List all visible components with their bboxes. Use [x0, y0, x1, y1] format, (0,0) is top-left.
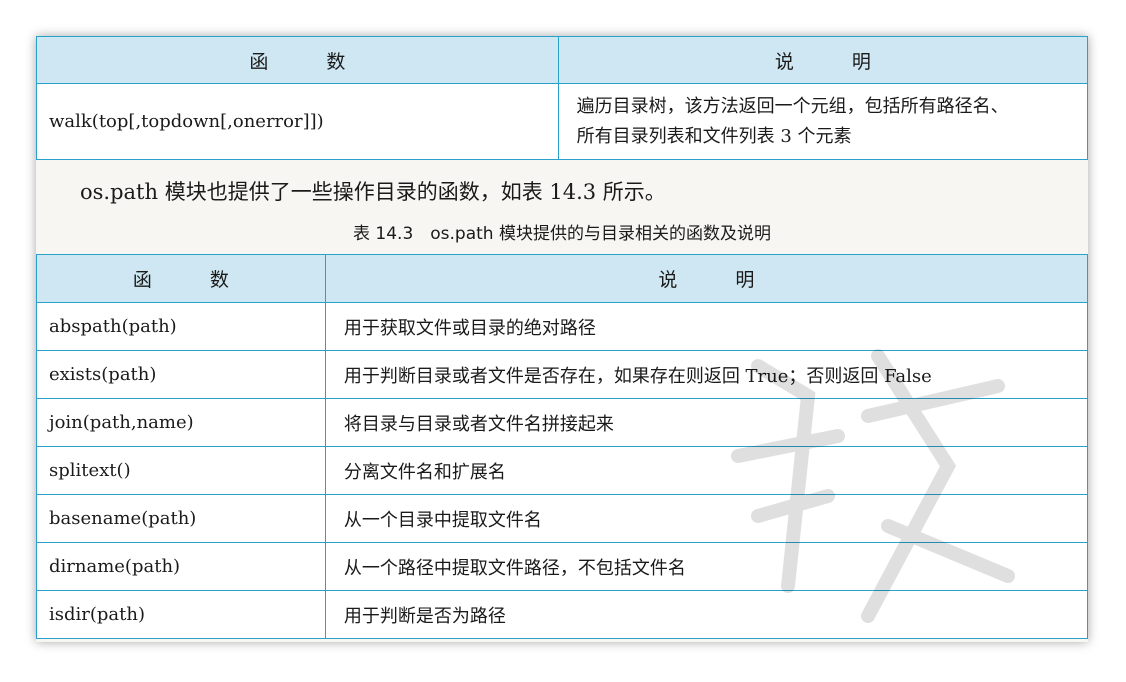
function-cell: splitext() [36, 446, 326, 495]
main-table-header: 函数 说明 [36, 254, 1088, 303]
table-row: exists(path) 用于判断目录或者文件是否存在，如果存在则返回 True… [36, 350, 1088, 399]
description-cell: 将目录与目录或者文件名拼接起来 [324, 398, 1088, 447]
function-cell: abspath(path) [36, 302, 326, 351]
header-function: 函数 [36, 36, 559, 84]
function-cell: isdir(path) [36, 590, 326, 639]
document-page: 函数 说明 walk(top[,topdown[,onerror]]) 遍历目录… [36, 36, 1088, 642]
main-table: 函数 说明 abspath(path) 用于获取文件或目录的绝对路径 exist… [36, 254, 1088, 639]
intro-paragraph: os.path 模块也提供了一些操作目录的函数，如表 14.3 所示。 [80, 180, 666, 204]
description-cell: 用于获取文件或目录的绝对路径 [324, 302, 1088, 351]
function-cell: dirname(path) [36, 542, 326, 591]
description-cell: 从一个目录中提取文件名 [324, 494, 1088, 543]
table-row: walk(top[,topdown[,onerror]]) 遍历目录树，该方法返… [36, 83, 1088, 160]
table-row: basename(path) 从一个目录中提取文件名 [36, 494, 1088, 543]
function-cell: exists(path) [36, 350, 326, 399]
table-row: join(path,name) 将目录与目录或者文件名拼接起来 [36, 398, 1088, 447]
table-row: dirname(path) 从一个路径中提取文件路径，不包括文件名 [36, 542, 1088, 591]
top-table: 函数 说明 walk(top[,topdown[,onerror]]) 遍历目录… [36, 36, 1088, 160]
header-description: 说明 [557, 36, 1088, 84]
top-table-header: 函数 说明 [36, 36, 1088, 84]
table-row: isdir(path) 用于判断是否为路径 [36, 590, 1088, 639]
description-cell: 用于判断是否为路径 [324, 590, 1088, 639]
header-function: 函数 [36, 254, 326, 303]
description-cell: 用于判断目录或者文件是否存在，如果存在则返回 True；否则返回 False [324, 350, 1088, 399]
description-cell: 从一个路径中提取文件路径，不包括文件名 [324, 542, 1088, 591]
table-caption: 表 14.3 os.path 模块提供的与目录相关的函数及说明 [353, 224, 771, 244]
table-row: abspath(path) 用于获取文件或目录的绝对路径 [36, 302, 1088, 351]
function-cell: walk(top[,topdown[,onerror]]) [36, 83, 559, 160]
function-cell: join(path,name) [36, 398, 326, 447]
table-row: splitext() 分离文件名和扩展名 [36, 446, 1088, 495]
description-cell: 遍历目录树，该方法返回一个元组，包括所有路径名、 所有目录列表和文件列表 3 个元… [557, 83, 1088, 160]
header-description: 说明 [324, 254, 1088, 303]
description-cell: 分离文件名和扩展名 [324, 446, 1088, 495]
function-cell: basename(path) [36, 494, 326, 543]
